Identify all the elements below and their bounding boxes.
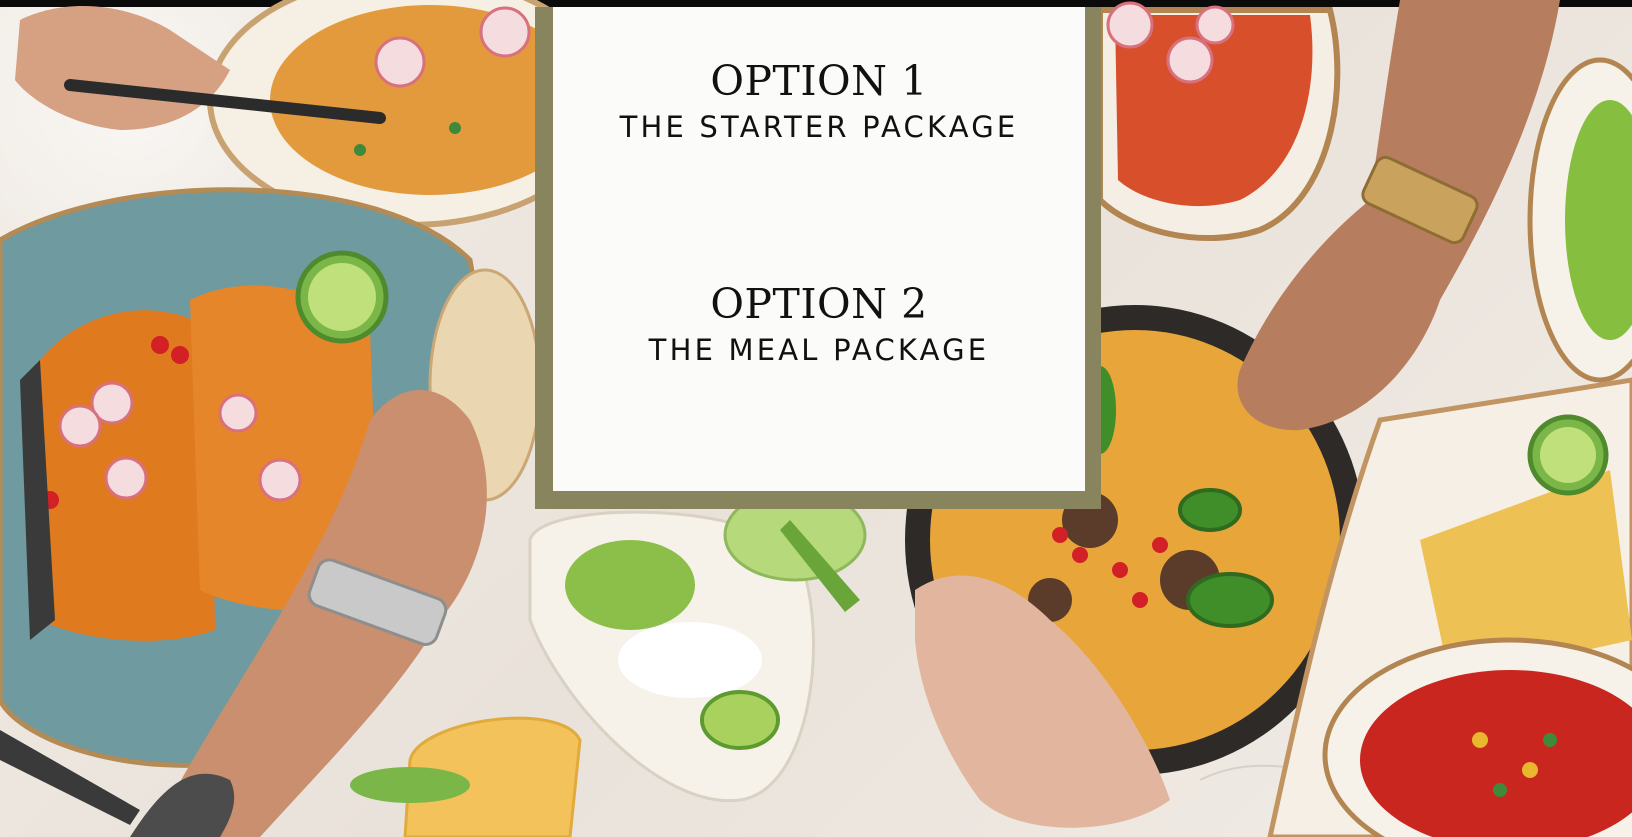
option-2-heading: OPTION 2 (710, 280, 928, 328)
option-1-subtitle: THE STARTER PACKAGE (619, 110, 1019, 144)
option-card: OPTION 1 THE STARTER PACKAGE OPTION 2 TH… (553, 7, 1085, 491)
shrimp-dish (1097, 1, 1341, 242)
hero-banner: OPTION 1 THE STARTER PACKAGE OPTION 2 TH… (0, 0, 1632, 837)
option-1[interactable]: OPTION 1 THE STARTER PACKAGE (553, 57, 1085, 147)
option-2-subtitle: THE MEAL PACKAGE (648, 333, 990, 367)
option-2[interactable]: OPTION 2 THE MEAL PACKAGE (553, 280, 1085, 370)
guacamole-bowl (1527, 57, 1632, 383)
option-1-heading: OPTION 1 (710, 57, 928, 105)
wrist-tattoo (130, 773, 235, 837)
